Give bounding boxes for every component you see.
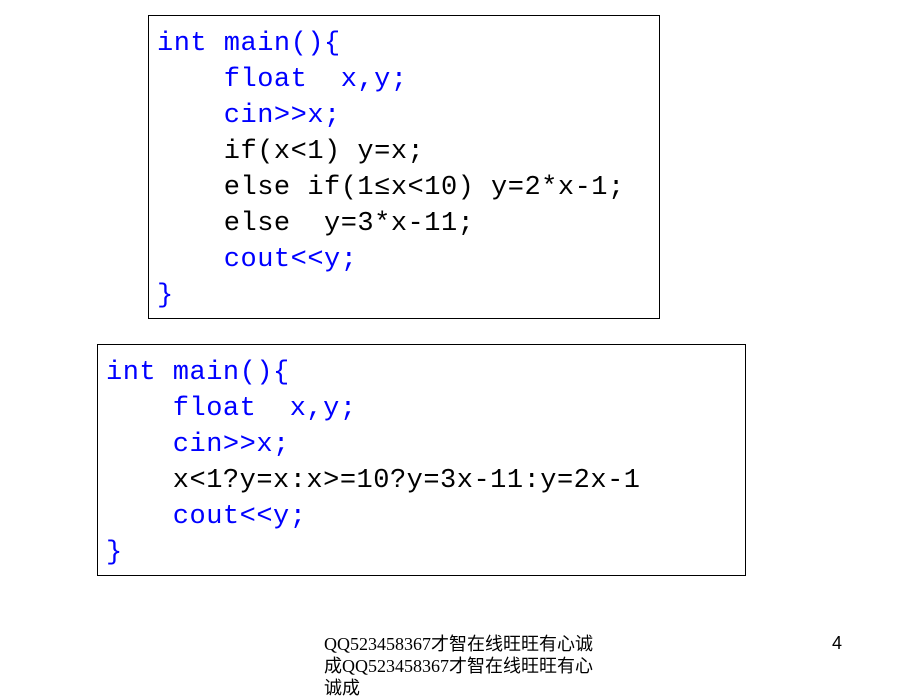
code-line: float x,y; — [106, 391, 737, 427]
keyword-int: int — [106, 358, 156, 388]
code-line: else y=3*x-11; — [157, 206, 651, 242]
code-line: cin>>x; — [106, 427, 737, 463]
code-line: cout<<y; — [157, 242, 651, 278]
page-number: 4 — [832, 633, 842, 654]
code-line: } — [106, 535, 737, 571]
code-line: int main(){ — [157, 26, 651, 62]
code-block-2: int main(){ float x,y; cin>>x; x<1?y=x:x… — [97, 344, 746, 576]
code-block-1: int main(){ float x,y; cin>>x; if(x<1) y… — [148, 15, 660, 319]
main-decl: main(){ — [207, 29, 341, 59]
code-line: x<1?y=x:x>=10?y=3x-11:y=2x-1 — [106, 463, 737, 499]
var-decl: x,y; — [256, 394, 356, 424]
code-line: } — [157, 278, 651, 314]
code-line: float x,y; — [157, 62, 651, 98]
code-line: else if(1≤x<10) y=2*x-1; — [157, 170, 651, 206]
code-line: cout<<y; — [106, 499, 737, 535]
keyword-float: float — [106, 394, 256, 424]
code-line: cin>>x; — [157, 98, 651, 134]
code-line: int main(){ — [106, 355, 737, 391]
var-decl: x,y; — [307, 65, 407, 95]
keyword-float: float — [157, 65, 307, 95]
keyword-int: int — [157, 29, 207, 59]
footer-watermark: QQ523458367才智在线旺旺有心诚成QQ523458367才智在线旺旺有心… — [324, 633, 604, 699]
code-line: if(x<1) y=x; — [157, 134, 651, 170]
main-decl: main(){ — [156, 358, 290, 388]
